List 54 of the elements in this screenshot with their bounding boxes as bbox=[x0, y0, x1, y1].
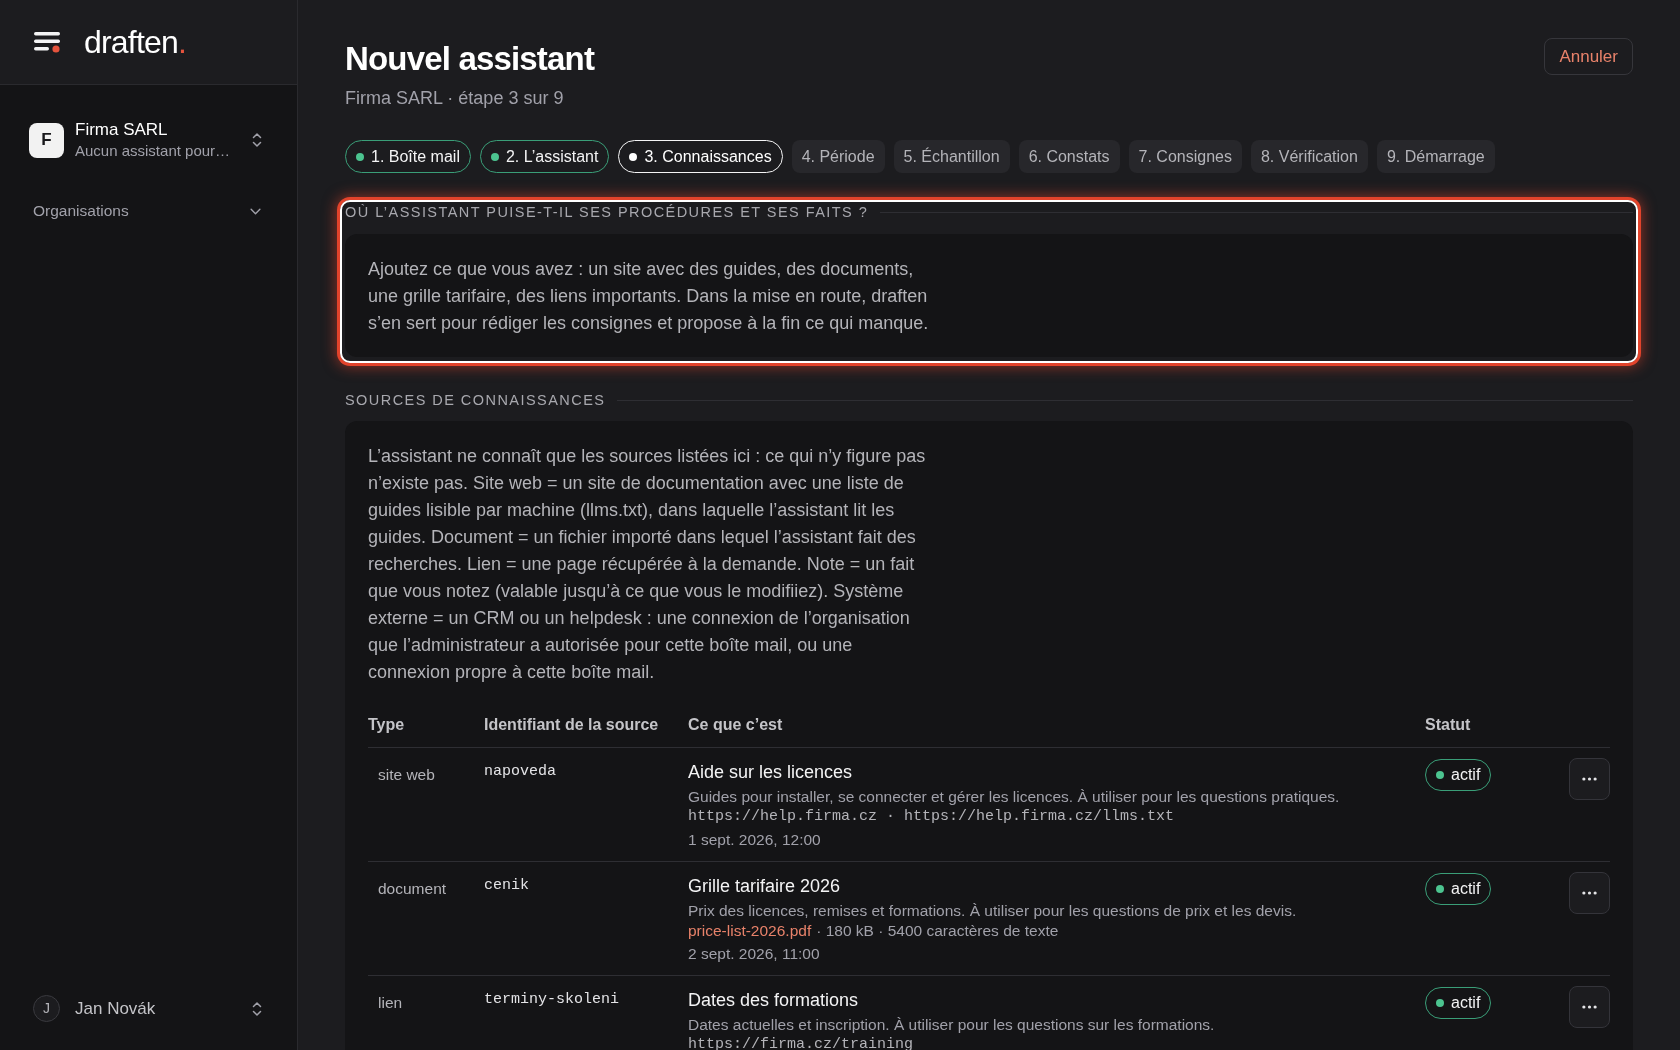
chevron-down-icon[interactable] bbox=[250, 207, 261, 215]
user-name[interactable]: Jan Novák bbox=[75, 997, 156, 1020]
source-type: lien bbox=[378, 994, 403, 1011]
section-heading: OÙ L’ASSISTANT PUISE-T-IL SES PROCÉDURES ET SES FAITS ? bbox=[345, 203, 869, 222]
source-identifier: terminy-skoleni bbox=[484, 991, 620, 1008]
source-description: Dates actuelles et inscription. À utiliser pour les questions sur les formations. bbox=[688, 1015, 1215, 1035]
more-icon[interactable] bbox=[1582, 891, 1597, 895]
nav-toggle[interactable]: Organisations bbox=[33, 199, 261, 223]
cancel-button[interactable]: Annuler bbox=[1544, 38, 1633, 75]
status-dot-icon bbox=[1436, 999, 1444, 1007]
chevron-updown-icon[interactable] bbox=[252, 1000, 262, 1017]
source-description: Guides pour installer, se connecter et gérer les licences. À utiliser pour les questions pratiques. bbox=[688, 787, 1340, 807]
status-dot-icon bbox=[629, 152, 638, 161]
more-icon[interactable] bbox=[1582, 777, 1597, 781]
workspace-subtitle: Aucun assistant pour… bbox=[75, 141, 231, 161]
column-header: Identifiant de la source bbox=[484, 716, 659, 733]
source-title: Grille tarifaire 2026 bbox=[688, 875, 841, 898]
source-type: site web bbox=[378, 766, 435, 783]
file-link[interactable]: price-list-2026.pdf bbox=[688, 921, 812, 941]
column-header: Type bbox=[368, 716, 405, 733]
page-subtitle: Firma SARL · étape 3 sur 9 bbox=[345, 87, 564, 110]
column-header: Ce que c’est bbox=[688, 716, 783, 733]
source-date: 1 sept. 2026, 12:00 bbox=[688, 830, 821, 850]
status-dot-icon bbox=[1436, 885, 1444, 893]
section-description: Ajoutez ce que vous avez : un site avec des guides, des documents, une grille tarifaire, des liens importants. Dans la mise en route, draften s’en sert pour rédiger les consignes et propose à la fin ce qui manque. bbox=[368, 258, 930, 335]
step-tab[interactable]: 7. Consignes bbox=[1128, 140, 1242, 173]
workspace-avatar: F bbox=[29, 122, 64, 158]
source-identifier: napoveda bbox=[484, 763, 556, 780]
step-tab[interactable]: 6. Constats bbox=[1018, 140, 1120, 173]
file-meta: · 180 kB · 5400 caractères de texte bbox=[816, 921, 1059, 941]
source-type: document bbox=[378, 880, 447, 897]
status-dot-icon bbox=[356, 152, 364, 161]
source-url[interactable]: https://help.firma.cz · https://help.firma.cz/llms.txt bbox=[688, 807, 1175, 827]
section-heading: SOURCES DE CONNAISSANCES bbox=[345, 391, 606, 410]
menu-icon[interactable] bbox=[34, 31, 60, 53]
chevron-updown-icon[interactable] bbox=[252, 132, 262, 148]
workspace-name[interactable]: Firma SARL bbox=[75, 119, 168, 141]
step-tab[interactable]: 9. Démarrage bbox=[1376, 140, 1495, 173]
step-tab[interactable]: 8. Vérification bbox=[1250, 140, 1368, 173]
user-avatar: J bbox=[33, 995, 60, 1022]
column-header: Statut bbox=[1425, 716, 1471, 733]
more-icon[interactable] bbox=[1582, 1005, 1597, 1009]
section-description: L’assistant ne connaît que les sources listées ici : ce qui n’y figure pas n’existe pas. Site web = un site de documentation avec une liste de guides lisible par machine (llms.txt), dans laquelle l’assistant lit les guides. Document = un fichier importé dans lequel l’assistant fait des recherches. Lien = une page récupérée à la demande. Note = un fait que vous notez (valable jusqu’à ce que vous le modifiiez). Système externe = un CRM ou un helpdesk : une connexion de l’organisation que l’administrateur a autorisée pour cette boîte mail, ou une connexion propre à cette boîte mail. bbox=[368, 445, 927, 684]
step-tab[interactable]: 5. Échantillon bbox=[893, 140, 1010, 173]
source-description: Prix des licences, remises et formations. À utiliser pour les questions de prix et les devis. bbox=[688, 901, 1297, 921]
page-title: Nouvel assistant bbox=[345, 39, 595, 79]
brand-logo: draften. bbox=[84, 23, 187, 62]
status-dot-icon bbox=[1436, 771, 1444, 779]
source-identifier: cenik bbox=[484, 877, 529, 894]
source-title: Aide sur les licences bbox=[688, 761, 853, 784]
step-tab[interactable]: 4. Période bbox=[791, 140, 885, 173]
source-title: Dates des formations bbox=[688, 989, 859, 1012]
status-dot-icon bbox=[490, 152, 499, 161]
source-date: 2 sept. 2026, 11:00 bbox=[688, 944, 820, 964]
